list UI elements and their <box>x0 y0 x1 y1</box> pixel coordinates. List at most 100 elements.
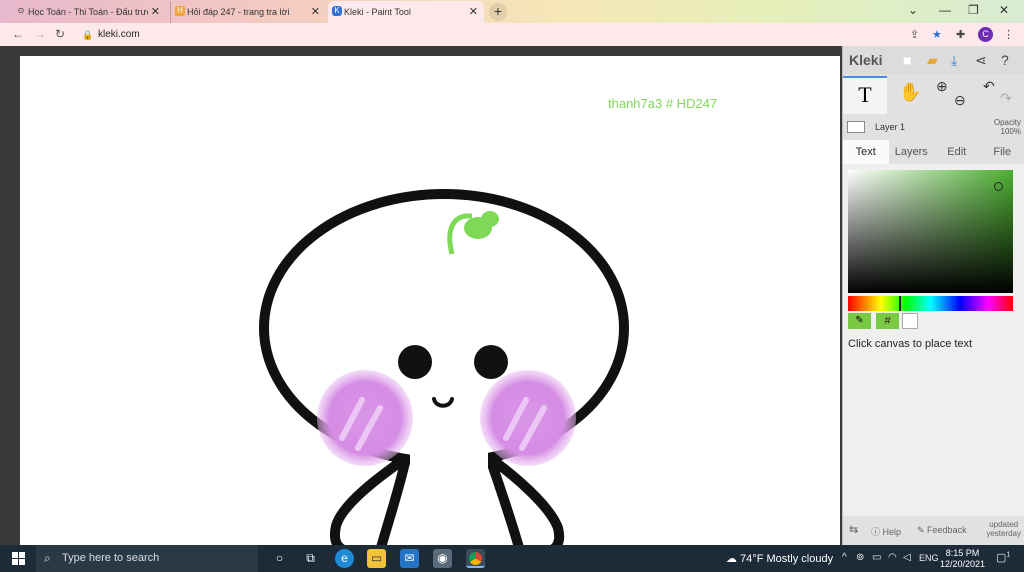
tab-hoc-toan[interactable]: ⊙ Học Toán - Thi Toán - Đấu trường ✕ <box>12 1 166 23</box>
taskbar-clock[interactable]: 8:15 PM 12/20/2021 <box>940 548 985 570</box>
share-icon[interactable]: ⋖ <box>975 52 987 69</box>
hue-slider[interactable] <box>848 296 1013 311</box>
help-link[interactable]: ⓘ Help <box>871 525 901 538</box>
kleki-sidebar: Kleki ■ ▰ ⤓ ⋖ ? T ✋ ⊕ ⊖ ↶ ↷ Layer 1 Opac… <box>842 46 1024 545</box>
updated-line2: yesterday <box>986 529 1021 538</box>
text-tool-button[interactable]: T <box>843 76 887 114</box>
zoom-in-icon[interactable]: ⊕ <box>936 78 948 95</box>
profile-avatar[interactable]: C <box>978 27 993 42</box>
zoom-out-icon[interactable]: ⊖ <box>954 92 966 109</box>
windows-taskbar: ⌕ Type here to search ○ ⧉ e ▭ ✉ ◉ ☁ 74°F… <box>0 545 1024 572</box>
wifi-icon[interactable]: ◠ <box>888 552 897 563</box>
tab-file[interactable]: File <box>980 140 1024 164</box>
volume-icon[interactable]: ◁ <box>903 552 911 563</box>
new-tab-button[interactable]: + <box>489 3 507 21</box>
help-label: Help <box>882 527 902 537</box>
swap-icon[interactable]: ⇆ <box>849 523 858 536</box>
back-arrow-icon[interactable]: ← <box>12 27 24 41</box>
lock-icon: 🔒 <box>82 30 94 40</box>
new-image-icon[interactable]: ■ <box>903 52 911 68</box>
kleki-logo[interactable]: Kleki <box>849 52 882 68</box>
color-saturation-picker[interactable] <box>848 170 1013 293</box>
forward-arrow-icon[interactable]: → <box>34 27 46 41</box>
text-tab-body: ✎ # Click canvas to place text <box>843 164 1024 516</box>
close-tab-icon[interactable]: ✕ <box>469 5 478 18</box>
close-tab-icon[interactable]: ✕ <box>151 5 160 18</box>
hand-tool-icon[interactable]: ✋ <box>899 82 921 103</box>
restore-icon[interactable]: ❐ <box>968 3 979 17</box>
tool-row: T ✋ ⊕ ⊖ ↶ ↷ <box>843 76 1024 114</box>
url-text: kleki.com <box>98 29 140 40</box>
updated-line1: updated <box>989 520 1019 529</box>
chrome-icon[interactable] <box>466 549 485 568</box>
search-icon: ⌕ <box>44 551 51 565</box>
color-picker-handle[interactable] <box>994 182 1003 191</box>
close-window-icon[interactable]: ✕ <box>999 3 1009 17</box>
eyedropper-icon[interactable]: ✎ <box>848 313 871 329</box>
right-eye <box>474 345 508 379</box>
left-eye <box>398 345 432 379</box>
menu-kebab-icon[interactable]: ⋮ <box>1003 28 1014 41</box>
tab-favicon-icon: ⊙ <box>17 6 25 15</box>
tab-favicon-icon: H <box>175 6 185 16</box>
cortana-icon[interactable]: ○ <box>270 549 289 568</box>
reload-icon[interactable]: ↻ <box>55 27 65 41</box>
address-bar[interactable]: 🔒 kleki.com <box>76 26 926 44</box>
hex-input-button[interactable]: # <box>876 313 899 329</box>
extensions-puzzle-icon[interactable]: ✚ <box>956 28 965 41</box>
kleki-favicon-icon: K <box>332 6 342 16</box>
tab-label: Học Toán - Thi Toán - Đấu trường <box>28 7 148 17</box>
bookmark-star-icon[interactable]: ★ <box>932 28 942 41</box>
browser-tab-strip: ⊙ Học Toán - Thi Toán - Đấu trường ✕ H H… <box>0 0 1024 23</box>
page-content: thanh7a3 # HD247 Kleki ■ ▰ ⤓ ⋖ ? T ✋ ⊕ ⊖… <box>0 46 1024 545</box>
taskbar-search-input[interactable]: ⌕ Type here to search <box>36 545 258 572</box>
tab-layers[interactable]: Layers <box>889 140 935 164</box>
canvas-workspace: thanh7a3 # HD247 <box>0 46 842 545</box>
drawing-canvas[interactable]: thanh7a3 # HD247 <box>20 56 840 545</box>
notification-icon[interactable]: ▢1 <box>996 551 1010 564</box>
layer-thumbnail <box>847 121 865 133</box>
windows-start-icon[interactable] <box>12 552 25 565</box>
left-blush <box>317 370 413 466</box>
share-icon[interactable]: ⇪ <box>910 28 919 41</box>
sprout-leaf-tip <box>481 211 499 227</box>
opacity-readout: Opacity 100% <box>994 118 1021 136</box>
search-placeholder: Type here to search <box>62 552 160 564</box>
help-icon[interactable]: ? <box>1001 52 1009 68</box>
updated-note: updated yesterday <box>986 520 1021 538</box>
opacity-label: Opacity <box>993 118 1021 127</box>
tab-kleki[interactable]: K Kleki - Paint Tool ✕ <box>328 1 484 23</box>
secondary-color-swatch[interactable] <box>902 313 918 329</box>
file-explorer-icon[interactable]: ▭ <box>367 549 386 568</box>
battery-icon[interactable]: ▭ <box>872 552 881 563</box>
minimize-icon[interactable]: — <box>939 3 951 17</box>
feedback-link[interactable]: ✎ Feedback <box>917 525 967 536</box>
tab-text[interactable]: Text <box>843 140 889 164</box>
feedback-label: Feedback <box>927 525 967 535</box>
language-indicator[interactable]: ENG <box>919 553 939 563</box>
close-tab-icon[interactable]: ✕ <box>311 5 320 18</box>
task-view-icon[interactable]: ⧉ <box>301 549 320 568</box>
neck-gap <box>410 451 488 471</box>
panel-tabs: Text Layers Edit File <box>843 140 1024 164</box>
open-folder-icon[interactable]: ▰ <box>927 52 938 69</box>
layer-row[interactable]: Layer 1 Opacity 100% <box>843 116 1024 138</box>
download-icon[interactable]: ⤓ <box>951 52 957 69</box>
browser-toolbar: ← → ↻ 🔒 kleki.com ⇪ ★ ✚ C ⋮ <box>0 23 1024 46</box>
tray-chevron-icon[interactable]: ^ <box>842 552 847 563</box>
tab-search-icon[interactable]: ⌄ <box>908 3 918 17</box>
tab-hoi-dap[interactable]: H Hỏi đáp 247 - trang tra lời ✕ <box>170 1 326 23</box>
mail-icon[interactable]: ✉ <box>400 549 419 568</box>
text-tool-hint: Click canvas to place text <box>848 338 973 350</box>
camera-icon[interactable]: ◉ <box>433 549 452 568</box>
edge-icon[interactable]: e <box>335 549 354 568</box>
kleki-topbar: Kleki ■ ▰ ⤓ ⋖ ? <box>843 46 1024 74</box>
layer-name: Layer 1 <box>875 122 906 132</box>
hue-slider-handle[interactable] <box>899 296 901 311</box>
panel-footer: ⇆ ⓘ Help ✎ Feedback updated yesterday <box>843 516 1024 545</box>
network-status-icon[interactable]: ⊚ <box>856 552 864 563</box>
weather-widget[interactable]: ☁ 74°F Mostly cloudy <box>726 552 833 565</box>
redo-icon[interactable]: ↷ <box>1000 90 1012 107</box>
undo-icon[interactable]: ↶ <box>983 78 995 95</box>
tab-edit[interactable]: Edit <box>934 140 980 164</box>
